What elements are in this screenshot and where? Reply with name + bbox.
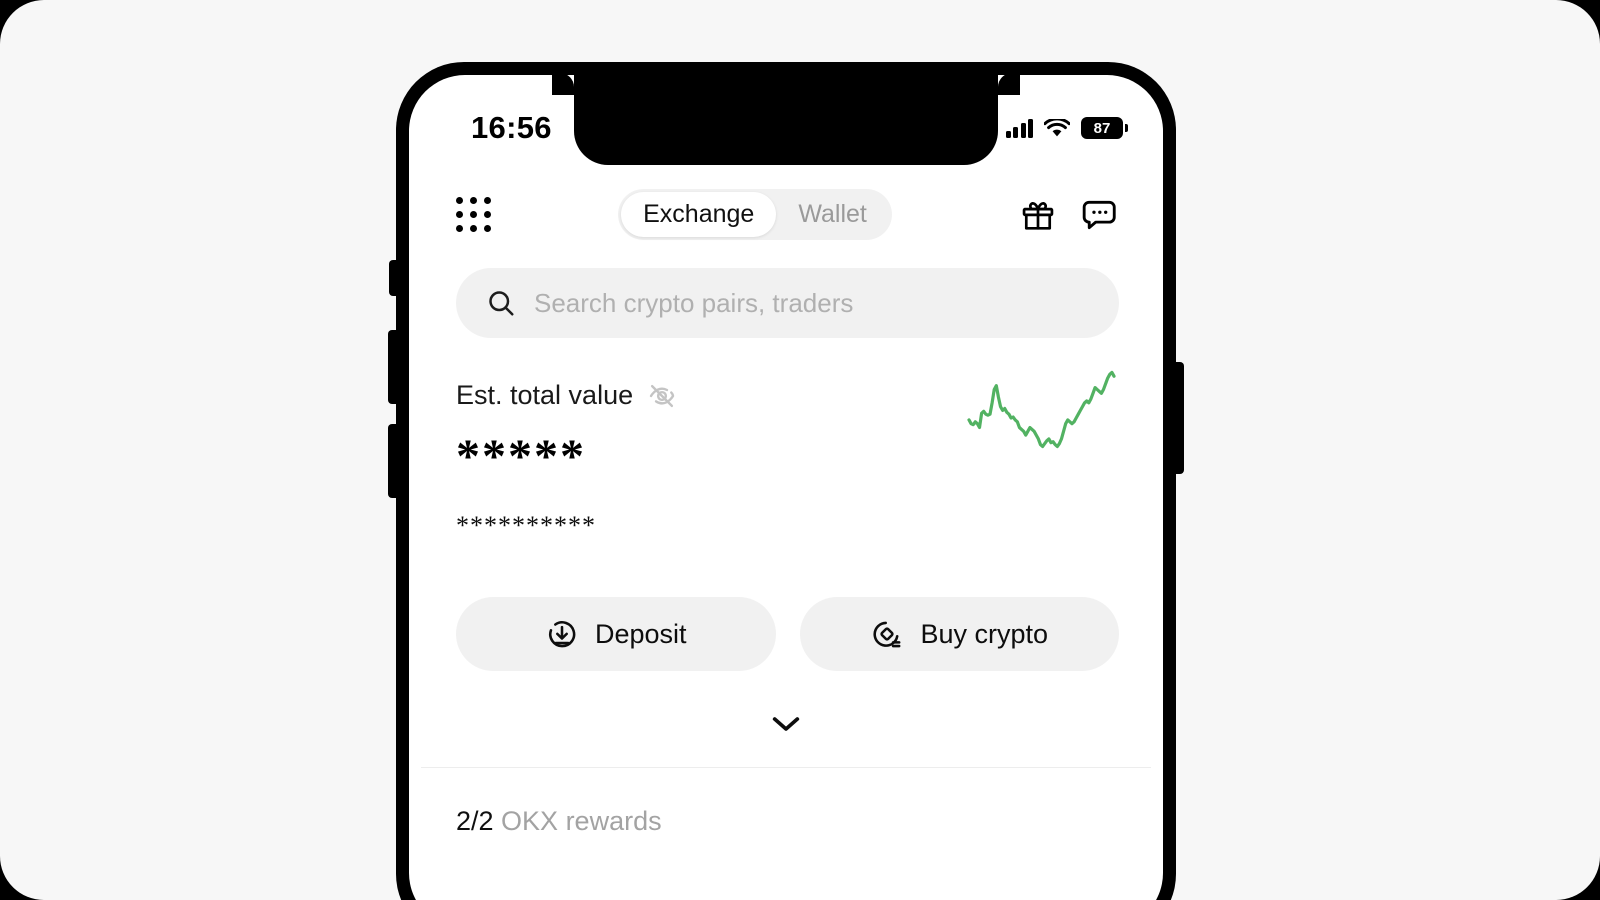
okx-rewards-row[interactable]: 2/2 OKX rewards [409,768,1163,837]
page-canvas: 16:56 87 Exchange Wallet Search crypto p… [0,0,1600,900]
balance-section: Est. total value ***** ********** [409,338,1163,541]
silent-switch-button[interactable] [389,260,397,296]
battery-level-label: 87 [1093,119,1111,137]
balance-label: Est. total value [456,380,634,410]
rewards-count: 2/2 [456,806,494,836]
app-header: Exchange Wallet [409,167,1163,240]
tab-exchange[interactable]: Exchange [621,192,777,237]
header-icon-group [1019,196,1119,234]
tab-exchange-label: Exchange [643,200,755,228]
rewards-label: OKX rewards [493,806,662,836]
battery-icon: 87 [1081,117,1128,139]
apps-grid-icon[interactable] [456,197,491,232]
search-placeholder: Search crypto pairs, traders [534,287,854,318]
expand-panel-button[interactable] [409,681,1163,767]
balance-secondary-masked: ********** [456,511,596,540]
power-button[interactable] [1175,362,1184,474]
tab-wallet[interactable]: Wallet [776,192,889,237]
tab-wallet-label: Wallet [798,200,867,228]
download-circle-icon [549,621,576,648]
deposit-button[interactable]: Deposit [456,597,776,671]
balance-sparkline-chart [964,356,1119,466]
chevron-down-icon [772,717,800,731]
phone-screen: 16:56 87 Exchange Wallet Search crypto p… [409,75,1163,900]
status-bar-time: 16:56 [471,110,552,145]
quick-actions: Deposit Buy crypto [409,541,1163,671]
status-bar-indicators: 87 [1005,103,1128,139]
eye-off-icon[interactable] [647,381,677,411]
coin-diamond-icon [873,621,901,648]
deposit-button-label: Deposit [594,618,687,649]
wifi-icon [1044,118,1070,136]
gift-icon[interactable] [1019,196,1057,234]
buy-crypto-button[interactable]: Buy crypto [799,597,1119,671]
search-section: Search crypto pairs, traders [409,240,1163,338]
volume-down-button[interactable] [388,424,397,498]
phone-frame: 16:56 87 Exchange Wallet Search crypto p… [388,62,1184,900]
search-input[interactable]: Search crypto pairs, traders [456,268,1119,338]
status-bar: 16:56 87 [409,75,1163,167]
volume-up-button[interactable] [388,330,397,404]
buy-crypto-button-label: Buy crypto [920,618,1049,649]
search-icon [489,291,514,316]
exchange-wallet-toggle: Exchange Wallet [618,189,892,240]
cellular-signal-icon [1005,118,1033,138]
chat-bubble-icon[interactable] [1081,196,1119,234]
